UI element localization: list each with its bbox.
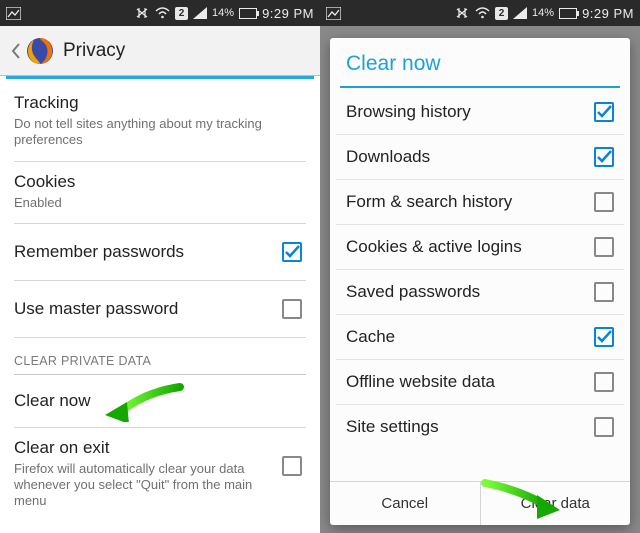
gallery-icon xyxy=(326,7,341,20)
clear-now-dialog: Clear now Browsing history Downloads Form … xyxy=(330,38,630,525)
dialog-item-checkbox[interactable] xyxy=(594,102,614,122)
dialog-list: Browsing history Downloads Form & search h… xyxy=(330,88,630,481)
dialog-item[interactable]: Form & search history xyxy=(336,180,624,225)
dialog-buttons: Cancel Clear data xyxy=(330,481,630,525)
screenshot-left: 2 14% 9:29 PM xyxy=(0,0,320,533)
wifi-icon xyxy=(475,7,490,19)
dialog-item[interactable]: Cookies & active logins xyxy=(336,225,624,270)
clock: 9:29 PM xyxy=(582,6,634,21)
dialog-item-checkbox[interactable] xyxy=(594,372,614,392)
tracking-sub: Do not tell sites anything about my trac… xyxy=(14,116,283,149)
tracking-title: Tracking xyxy=(14,93,306,113)
clear-on-exit-sub: Firefox will automatically clear your da… xyxy=(14,461,261,510)
dialog-item-label: Site settings xyxy=(346,417,594,437)
battery-percent: 14% xyxy=(532,7,554,19)
status-bar: 2 14% 9:29 PM xyxy=(0,0,320,26)
dialog-item-label: Browsing history xyxy=(346,102,594,122)
dialog-item[interactable]: Downloads xyxy=(336,135,624,180)
dialog-item[interactable]: Site settings xyxy=(336,405,624,449)
dialog-item-checkbox[interactable] xyxy=(594,192,614,212)
remember-passwords-checkbox[interactable] xyxy=(282,242,302,262)
sim-badge: 2 xyxy=(495,7,508,20)
clear-now-item[interactable]: Clear now xyxy=(14,375,306,428)
dialog-item-label: Saved passwords xyxy=(346,282,594,302)
remember-passwords-label: Remember passwords xyxy=(14,242,282,262)
master-password-label: Use master password xyxy=(14,299,282,319)
dialog-item-label: Form & search history xyxy=(346,192,594,212)
cookies-title: Cookies xyxy=(14,172,306,192)
master-password-item[interactable]: Use master password xyxy=(14,281,306,338)
clear-on-exit-title: Clear on exit xyxy=(14,438,282,458)
back-button[interactable] xyxy=(8,43,22,59)
clock: 9:29 PM xyxy=(262,6,314,21)
dialog-item-label: Cache xyxy=(346,327,594,347)
dialog-item-checkbox[interactable] xyxy=(594,147,614,167)
cookies-item[interactable]: Cookies Enabled xyxy=(14,162,306,224)
gallery-icon xyxy=(6,7,21,20)
dialog-item[interactable]: Offline website data xyxy=(336,360,624,405)
dialog-item[interactable]: Cache xyxy=(336,315,624,360)
firefox-icon xyxy=(25,36,55,66)
battery-icon xyxy=(559,8,577,19)
cancel-button[interactable]: Cancel xyxy=(330,482,480,525)
dialog-item-checkbox[interactable] xyxy=(594,417,614,437)
settings-list: Tracking Do not tell sites anything abou… xyxy=(0,79,320,522)
cancel-label: Cancel xyxy=(381,495,428,512)
page-title: Privacy xyxy=(63,40,125,62)
dialog-item-checkbox[interactable] xyxy=(594,237,614,257)
clear-data-label: Clear data xyxy=(521,495,590,512)
dialog-title: Clear now xyxy=(330,38,630,86)
tracking-item[interactable]: Tracking Do not tell sites anything abou… xyxy=(14,83,306,162)
dialog-item[interactable]: Saved passwords xyxy=(336,270,624,315)
sim-badge: 2 xyxy=(175,7,188,20)
action-bar: Privacy xyxy=(0,26,320,76)
clear-on-exit-checkbox[interactable] xyxy=(282,456,302,476)
clear-data-button[interactable]: Clear data xyxy=(480,482,631,525)
vibrate-icon xyxy=(134,6,150,20)
vibrate-icon xyxy=(454,6,470,20)
cookies-sub: Enabled xyxy=(14,195,283,211)
dialog-item-label: Downloads xyxy=(346,147,594,167)
remember-passwords-item[interactable]: Remember passwords xyxy=(14,224,306,281)
wifi-icon xyxy=(155,7,170,19)
master-password-checkbox[interactable] xyxy=(282,299,302,319)
dialog-item[interactable]: Browsing history xyxy=(336,90,624,135)
dialog-item-label: Offline website data xyxy=(346,372,594,392)
battery-percent: 14% xyxy=(212,7,234,19)
signal-icon xyxy=(513,7,527,19)
battery-icon xyxy=(239,8,257,19)
clear-data-header: CLEAR PRIVATE DATA xyxy=(14,338,306,375)
dialog-item-checkbox[interactable] xyxy=(594,282,614,302)
dialog-item-checkbox[interactable] xyxy=(594,327,614,347)
clear-now-label: Clear now xyxy=(14,391,306,411)
dialog-item-label: Cookies & active logins xyxy=(346,237,594,257)
signal-icon xyxy=(193,7,207,19)
status-bar: 2 14% 9:29 PM xyxy=(320,0,640,26)
screenshot-right: 2 14% 9:29 PM Clear now Browsing history… xyxy=(320,0,640,533)
clear-on-exit-item[interactable]: Clear on exit Firefox will automatically… xyxy=(14,428,306,522)
